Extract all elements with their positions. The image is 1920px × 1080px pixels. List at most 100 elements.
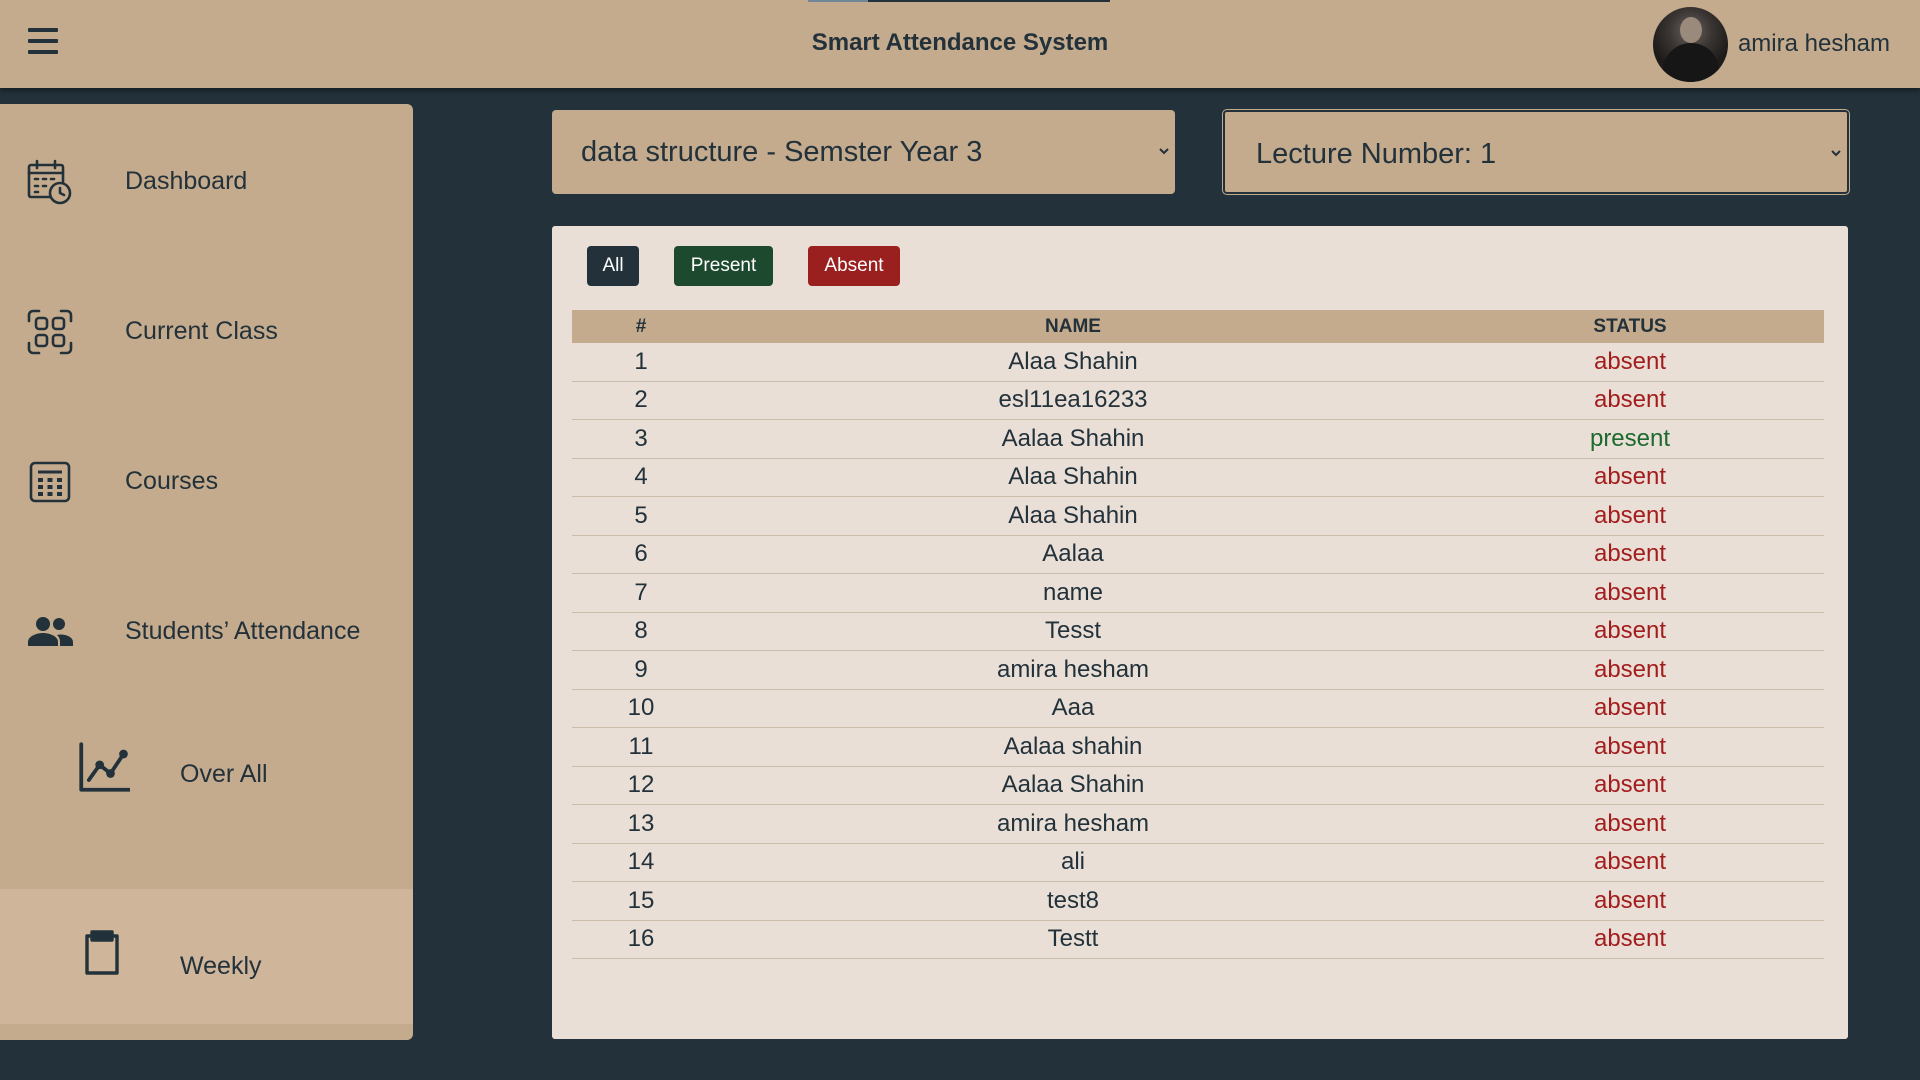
row-number: 2 [572,381,710,420]
sidebar-item-weekly[interactable]: Weekly [0,889,413,1024]
table-row: 1 Alaa Shahin absent [572,343,1824,382]
table-row: 6 Aalaa absent [572,535,1824,574]
row-number: 5 [572,496,710,536]
row-number: 10 [572,689,710,728]
attendance-status: absent [1436,650,1824,690]
calculator-icon [29,461,71,503]
attendance-status: absent [1436,573,1824,613]
student-name: Aalaa [710,535,1436,574]
clipboard-icon [85,930,119,975]
student-name: ali [710,843,1436,882]
row-number: 4 [572,458,710,497]
column-header-name: NAME [1045,315,1101,337]
avatar[interactable] [1652,6,1728,82]
attendance-status: absent [1436,612,1824,651]
sidebar-item-dashboard[interactable]: Dashboard [0,104,413,254]
column-header-number: # [635,315,647,337]
user-profile[interactable]: amira hesham [1652,6,1890,82]
sidebar-item-label: Weekly [180,952,262,980]
attendance-status: absent [1436,458,1824,497]
student-name: Testt [710,920,1436,959]
table-row: 2 esl11ea16233 absent [572,381,1824,420]
student-name: test8 [710,881,1436,921]
sidebar-item-students-attendance[interactable]: Students’ Attendance [0,554,413,704]
attendance-status: absent [1436,766,1824,805]
student-name: Alaa Shahin [710,458,1436,497]
people-icon [28,617,73,646]
table-row: 10 Aaa absent [572,689,1824,728]
sidebar-item-label: Courses [125,467,219,495]
row-number: 11 [572,727,710,767]
student-name: amira hesham [710,650,1436,690]
line-chart-icon [79,742,130,792]
filter-all-button[interactable]: All [587,246,639,286]
student-name: esl11ea16233 [710,381,1436,420]
row-number: 12 [572,766,710,805]
lecture-select[interactable]: Lecture Number: 1 [1223,110,1849,194]
table-row: 9 amira hesham absent [572,650,1824,690]
lecture-select-value: Lecture Number: 1 [1256,138,1497,170]
attendance-status: absent [1436,920,1824,959]
user-name: amira hesham [1737,30,1890,57]
student-name: Alaa Shahin [710,343,1436,382]
student-name: Aalaa shahin [710,727,1436,767]
table-row: 8 Tesst absent [572,612,1824,651]
filter-present-button[interactable]: Present [674,246,773,286]
table-row: 3 Aalaa Shahin present [572,419,1824,459]
attendance-status: absent [1436,496,1824,536]
attendance-status: absent [1436,727,1824,767]
column-header-status: STATUS [1593,315,1667,337]
table-row: 5 Alaa Shahin absent [572,496,1824,536]
qr-scan-icon [27,309,73,355]
table-row: 13 amira hesham absent [572,804,1824,844]
app-title: Smart Attendance System [811,29,1109,56]
sidebar-item-courses[interactable]: Courses [0,404,413,554]
attendance-status: absent [1436,535,1824,574]
table-row: 12 Aalaa Shahin absent [572,766,1824,805]
table-row: 14 ali absent [572,843,1824,882]
filter-absent-button[interactable]: Absent [808,246,900,286]
student-name: Alaa Shahin [710,496,1436,536]
row-number: 6 [572,535,710,574]
row-number: 15 [572,881,710,921]
sidebar-item-label: Dashboard [125,167,248,195]
table-row: 15 test8 absent [572,881,1824,921]
table-row: 16 Testt absent [572,920,1824,959]
row-number: 3 [572,419,710,459]
attendance-panel: All Present Absent # NAME STATUS 1 Alaa S… [552,226,1848,1039]
attendance-status: absent [1436,689,1824,728]
student-name: amira hesham [710,804,1436,844]
attendance-status: absent [1436,843,1824,882]
chevron-down-icon [1159,148,1169,155]
table-row: 11 Aalaa shahin absent [572,727,1824,767]
row-number: 16 [572,920,710,959]
top-scroll-indicator [808,0,1110,2]
student-name: Aalaa Shahin [710,419,1436,459]
sidebar-item-over-all[interactable]: Over All [0,697,413,847]
row-number: 7 [572,573,710,613]
course-select-value: data structure - Semster Year 3 [581,136,983,168]
student-name: Tesst [710,612,1436,651]
row-number: 9 [572,650,710,690]
table-row: 7 name absent [572,573,1824,613]
row-number: 1 [572,343,710,382]
student-name: Aaa [710,689,1436,728]
row-number: 8 [572,612,710,651]
chevron-down-icon [1831,150,1841,157]
table-header-row: # NAME STATUS [572,310,1824,343]
sidebar: Dashboard Current Class Courses Students… [0,104,413,1040]
attendance-status: absent [1436,881,1824,921]
calendar-clock-icon [27,159,72,205]
attendance-status: absent [1436,343,1824,382]
student-name: name [710,573,1436,613]
table-row: 4 Alaa Shahin absent [572,458,1824,497]
sidebar-item-label: Over All [180,760,268,788]
attendance-table: # NAME STATUS 1 Alaa Shahin absent 2 esl11ea… [572,310,1824,959]
attendance-status: absent [1436,804,1824,844]
row-number: 14 [572,843,710,882]
row-number: 13 [572,804,710,844]
course-select[interactable]: data structure - Semster Year 3 [552,110,1175,194]
top-bar: Smart Attendance System amira hesham [0,0,1920,88]
sidebar-item-label: Students’ Attendance [125,617,361,645]
sidebar-item-current-class[interactable]: Current Class [0,254,413,404]
